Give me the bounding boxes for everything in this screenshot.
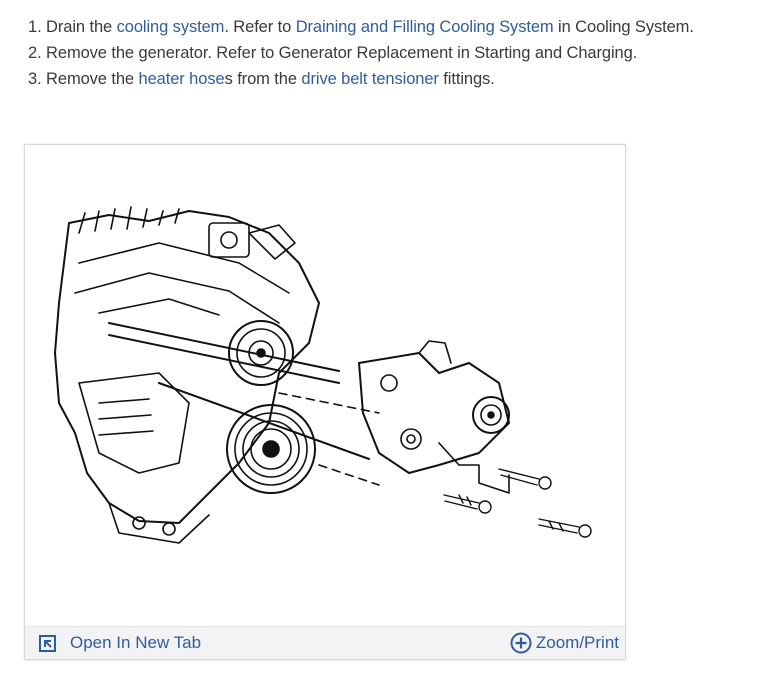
- step-text: s from the: [224, 70, 302, 88]
- open-in-new-tab-label: Open In New Tab: [70, 633, 202, 652]
- step-number: 1.: [28, 18, 42, 36]
- step-text: in Cooling System.: [553, 18, 694, 36]
- step-text: Drain the: [46, 18, 117, 36]
- step-text: Remove the generator. Refer to Generator…: [46, 44, 638, 62]
- step-3: 3. Remove the heater hoses from the driv…: [28, 66, 768, 92]
- open-in-new-tab-button[interactable]: Open In New Tab: [39, 631, 201, 655]
- heater-hose-link[interactable]: heater hose: [139, 70, 225, 88]
- engine-diagram-image[interactable]: [39, 203, 619, 563]
- open-in-new-tab-icon: [39, 634, 56, 652]
- step-2: 2. Remove the generator. Refer to Genera…: [28, 40, 768, 66]
- figure-container: Open In New Tab Zoom/Print: [24, 144, 626, 660]
- cooling-system-link[interactable]: cooling system: [117, 18, 225, 36]
- zoom-print-label: Zoom/Print: [535, 633, 619, 652]
- step-1: 1. Drain the cooling system. Refer to Dr…: [28, 14, 768, 40]
- step-text: Remove the: [46, 70, 139, 88]
- step-text: . Refer to: [224, 18, 296, 36]
- figure-footer: Open In New Tab Zoom/Print: [25, 626, 625, 659]
- step-number: 3.: [28, 70, 42, 88]
- drive-belt-tensioner-link[interactable]: drive belt tensioner: [301, 70, 439, 88]
- step-text: fittings.: [438, 70, 495, 88]
- step-number: 2.: [28, 44, 42, 62]
- zoom-print-button[interactable]: Zoom/Print: [510, 631, 619, 655]
- draining-filling-link[interactable]: Draining and Filling Cooling System: [296, 18, 554, 36]
- plus-circle-icon: [510, 632, 532, 654]
- instruction-steps: 1. Drain the cooling system. Refer to Dr…: [28, 14, 768, 92]
